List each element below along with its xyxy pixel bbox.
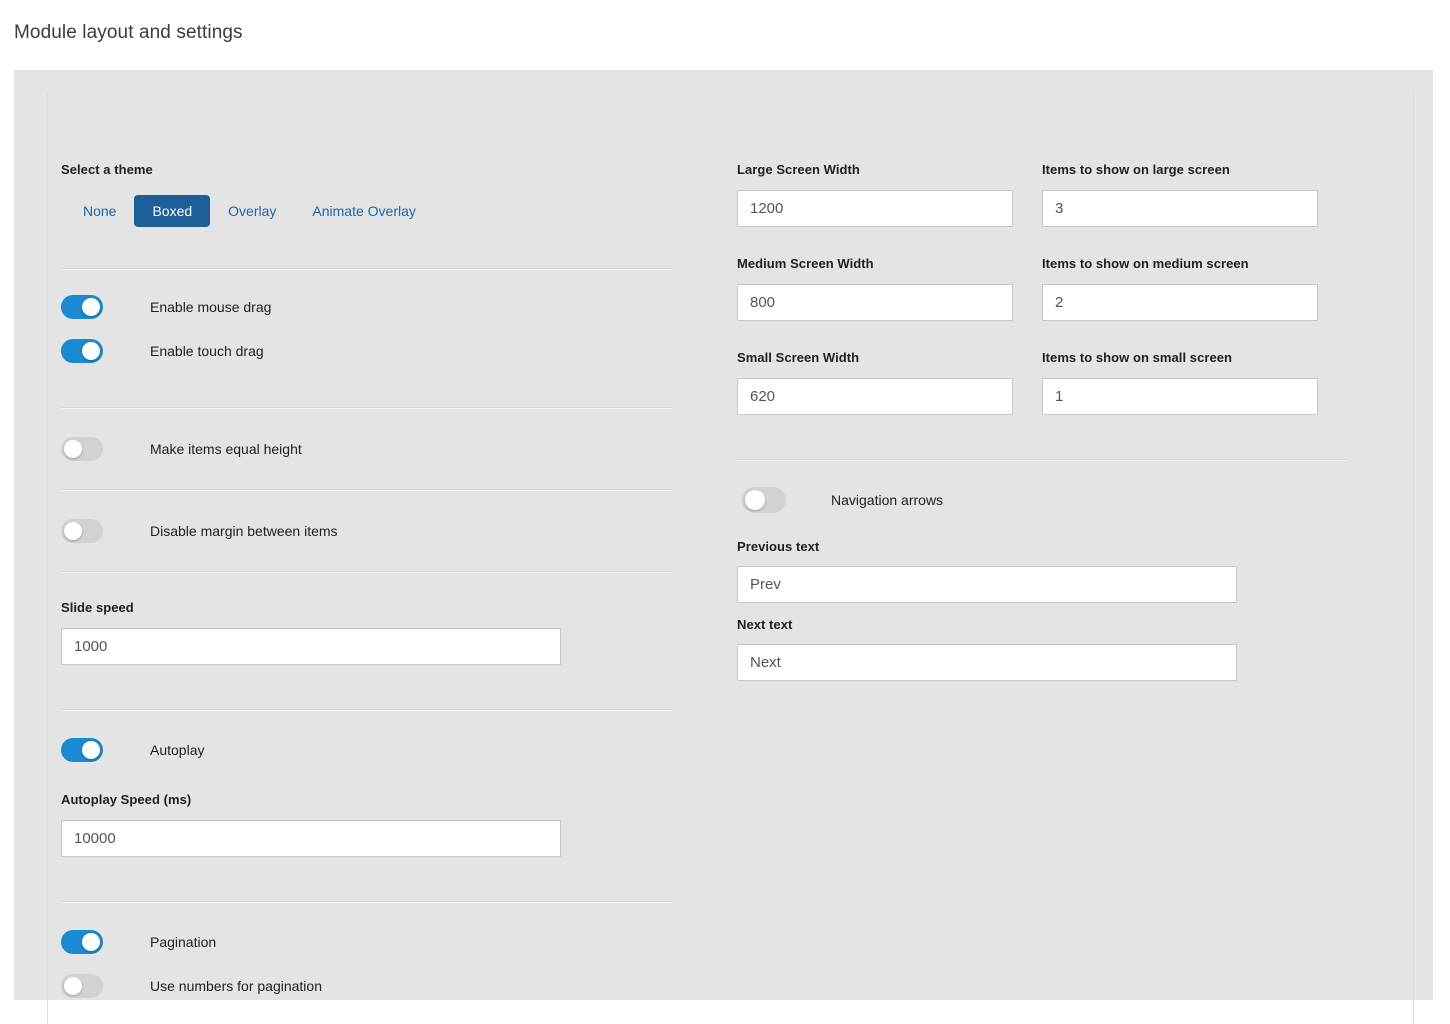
toggle-knob-icon xyxy=(82,933,100,951)
disable-margin-between-items-label: Disable margin between items xyxy=(150,523,338,539)
small-screen-width-input[interactable] xyxy=(737,378,1013,415)
items-medium-group: Items to show on medium screen xyxy=(1042,256,1318,321)
disable-margin-group: Disable margin between items xyxy=(61,519,673,543)
items-large-group: Items to show on large screen xyxy=(1042,162,1318,227)
toggle-row-navigation-arrows: Navigation arrows xyxy=(742,487,1349,513)
small-screen-row: Small Screen Width Items to show on smal… xyxy=(737,350,1349,415)
previous-text-input[interactable] xyxy=(737,566,1237,603)
toggle-row-use-numbers-for-pagination: Use numbers for pagination xyxy=(61,974,673,998)
items-large-input[interactable] xyxy=(1042,190,1318,227)
pagination-label: Pagination xyxy=(150,934,217,950)
next-text-input[interactable] xyxy=(737,644,1237,681)
divider-after-screen-sizes xyxy=(737,459,1348,461)
divider-after-equal-height xyxy=(61,489,673,491)
items-small-label: Items to show on small screen xyxy=(1042,350,1233,365)
toggle-row-pagination: Pagination xyxy=(61,930,673,954)
page-header: Module layout and settings xyxy=(0,0,1450,70)
settings-page: Module layout and settings Select a them… xyxy=(0,0,1450,1024)
items-medium-input[interactable] xyxy=(1042,284,1318,321)
equal-height-group: Make items equal height xyxy=(61,437,673,461)
divider-after-slide-speed xyxy=(61,709,673,711)
enable-touch-drag-label: Enable touch drag xyxy=(150,343,264,359)
previous-text-label: Previous text xyxy=(737,539,820,554)
navigation-arrows-group: Navigation arrows Previous text Next tex… xyxy=(737,487,1349,681)
toggle-row-enable-mouse-drag: Enable mouse drag xyxy=(61,295,673,319)
page-title: Module layout and settings xyxy=(14,22,243,43)
medium-screen-width-group: Medium Screen Width xyxy=(737,256,1013,321)
medium-screen-width-input[interactable] xyxy=(737,284,1013,321)
large-screen-width-label: Large Screen Width xyxy=(737,162,860,177)
drag-toggles-group: Enable mouse drag Enable touch drag xyxy=(61,295,673,363)
navigation-arrows-label: Navigation arrows xyxy=(831,492,944,508)
theme-option-none[interactable]: None xyxy=(65,195,134,227)
disable-margin-between-items-toggle[interactable] xyxy=(61,519,103,543)
small-screen-width-group: Small Screen Width xyxy=(737,350,1013,415)
pagination-toggle[interactable] xyxy=(61,930,103,954)
pagination-group: Pagination Use numbers for pagination xyxy=(61,930,673,998)
theme-option-overlay[interactable]: Overlay xyxy=(210,195,294,227)
next-text-label: Next text xyxy=(737,617,793,632)
toggle-knob-icon xyxy=(64,522,82,540)
divider-after-autoplay xyxy=(61,901,673,903)
toggle-row-disable-margin: Disable margin between items xyxy=(61,519,673,543)
toggle-row-enable-touch-drag: Enable touch drag xyxy=(61,339,673,363)
large-screen-width-group: Large Screen Width xyxy=(737,162,1013,227)
slide-speed-input[interactable] xyxy=(61,628,561,665)
theme-option-boxed[interactable]: Boxed xyxy=(134,195,211,227)
toggle-knob-icon xyxy=(64,440,82,458)
toggle-knob-icon xyxy=(82,342,100,360)
divider-after-theme xyxy=(61,268,673,270)
autoplay-speed-input[interactable] xyxy=(61,820,561,857)
make-items-equal-height-label: Make items equal height xyxy=(150,441,302,457)
medium-screen-row: Medium Screen Width Items to show on med… xyxy=(737,256,1349,321)
toggle-knob-icon xyxy=(82,298,100,316)
divider-after-disable-margin xyxy=(61,571,673,573)
enable-touch-drag-toggle[interactable] xyxy=(61,339,103,363)
slide-speed-group: Slide speed xyxy=(61,600,673,665)
large-screen-width-input[interactable] xyxy=(737,190,1013,227)
navigation-arrows-toggle[interactable] xyxy=(742,487,786,513)
settings-panel: Select a theme None Boxed Overlay Animat… xyxy=(14,70,1433,1024)
enable-mouse-drag-label: Enable mouse drag xyxy=(150,299,272,315)
autoplay-toggle[interactable] xyxy=(61,738,103,762)
items-medium-label: Items to show on medium screen xyxy=(1042,256,1249,271)
slide-speed-label: Slide speed xyxy=(61,600,134,615)
use-numbers-for-pagination-toggle[interactable] xyxy=(61,974,103,998)
autoplay-speed-label: Autoplay Speed (ms) xyxy=(61,792,192,807)
toggle-knob-icon xyxy=(745,490,765,510)
left-settings-column: Select a theme None Boxed Overlay Animat… xyxy=(61,162,673,998)
toggle-knob-icon xyxy=(64,977,82,995)
right-settings-column: Large Screen Width Items to show on larg… xyxy=(737,162,1349,681)
items-large-label: Items to show on large screen xyxy=(1042,162,1230,177)
medium-screen-width-label: Medium Screen Width xyxy=(737,256,874,271)
items-small-group: Items to show on small screen xyxy=(1042,350,1318,415)
large-screen-row: Large Screen Width Items to show on larg… xyxy=(737,162,1349,227)
theme-options: None Boxed Overlay Animate Overlay xyxy=(65,195,673,227)
toggle-knob-icon xyxy=(82,741,100,759)
autoplay-label: Autoplay xyxy=(150,742,205,758)
theme-option-animate-overlay[interactable]: Animate Overlay xyxy=(294,195,433,227)
use-numbers-for-pagination-label: Use numbers for pagination xyxy=(150,978,322,994)
make-items-equal-height-toggle[interactable] xyxy=(61,437,103,461)
toggle-row-make-items-equal-height: Make items equal height xyxy=(61,437,673,461)
theme-group-label: Select a theme xyxy=(61,162,153,177)
items-small-input[interactable] xyxy=(1042,378,1318,415)
theme-group: Select a theme None Boxed Overlay Animat… xyxy=(61,162,673,227)
autoplay-group: Autoplay Autoplay Speed (ms) xyxy=(61,738,673,857)
small-screen-width-label: Small Screen Width xyxy=(737,350,860,365)
toggle-row-autoplay: Autoplay xyxy=(61,738,673,762)
enable-mouse-drag-toggle[interactable] xyxy=(61,295,103,319)
divider-after-drag-toggles xyxy=(61,407,673,409)
